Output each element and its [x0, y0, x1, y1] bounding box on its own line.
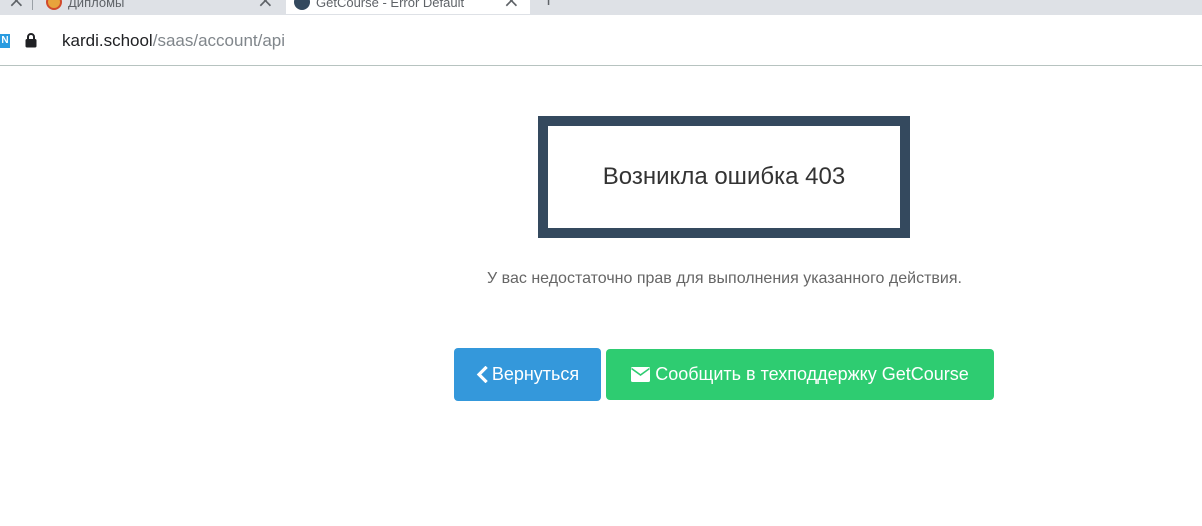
address-bar: N kardi.school/saas/account/api — [0, 15, 1202, 66]
tab-getcourse-error[interactable]: GetCourse - Error Default — [286, 0, 530, 14]
tab-title: GetCourse - Error Default — [316, 0, 465, 10]
url-host: kardi.school — [62, 31, 153, 50]
error-box: Возникла ошибка 403 — [538, 116, 910, 238]
tab-separator — [32, 0, 33, 10]
tab-favicon-icon — [294, 0, 310, 10]
browser-tab-strip: × Дипломы × GetCourse - Error Default × … — [0, 0, 1202, 15]
close-tab-icon[interactable]: × — [503, 0, 520, 12]
support-button-label: Сообщить в техподдержку GetCourse — [655, 364, 969, 384]
chevron-left-icon — [476, 366, 488, 383]
error-message: У вас недостаточно прав для выполнения у… — [487, 270, 962, 287]
tab-favicon-icon — [46, 0, 62, 10]
back-button[interactable]: Вернуться — [454, 348, 601, 401]
contact-support-button[interactable]: Сообщить в техподдержку GetCourse — [606, 349, 994, 400]
new-tab-icon[interactable]: + — [541, 0, 556, 12]
back-button-label: Вернуться — [491, 364, 580, 384]
close-tab-icon[interactable]: × — [8, 0, 25, 12]
envelope-icon — [631, 367, 651, 382]
lock-icon[interactable] — [25, 33, 37, 48]
close-tab-icon[interactable]: × — [257, 0, 274, 12]
tab-title: Дипломы — [68, 0, 125, 10]
error-title: Возникла ошибка 403 — [602, 163, 846, 190]
extension-icon[interactable]: N — [0, 34, 10, 48]
tab-diplomas[interactable]: Дипломы — [46, 0, 276, 14]
url-field[interactable]: kardi.school/saas/account/api — [62, 30, 285, 52]
url-path: /saas/account/api — [152, 31, 286, 50]
